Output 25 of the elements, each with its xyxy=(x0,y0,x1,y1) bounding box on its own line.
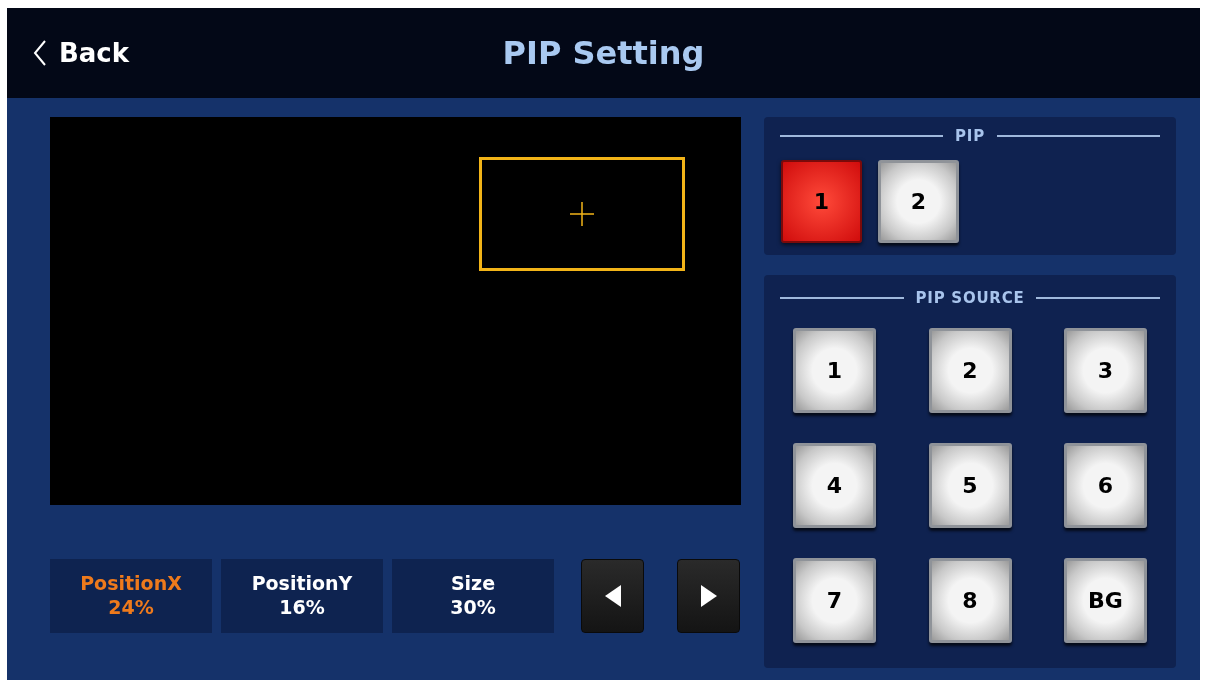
key-button[interactable]: 1 xyxy=(793,327,876,413)
key-button[interactable]: BG xyxy=(1064,557,1147,643)
key-button[interactable]: 3 xyxy=(1064,327,1147,413)
key-button[interactable]: 1 xyxy=(781,159,862,243)
parameter-button[interactable]: Size 30% xyxy=(392,559,554,633)
previous-button[interactable] xyxy=(581,559,644,633)
key-button[interactable]: 7 xyxy=(793,557,876,643)
triangle-left-icon xyxy=(604,585,621,607)
pip-frame[interactable] xyxy=(479,157,685,271)
key-button[interactable]: 5 xyxy=(928,442,1012,528)
key-button[interactable]: 4 xyxy=(793,442,876,528)
section-title: PIP xyxy=(955,126,985,147)
section-title: PIP SOURCE xyxy=(915,288,1025,309)
next-button[interactable] xyxy=(677,559,740,633)
key-button[interactable]: 2 xyxy=(878,159,959,243)
back-button[interactable]: Back xyxy=(33,33,130,73)
window-title: PIP Setting xyxy=(502,33,705,74)
triangle-right-icon xyxy=(700,585,717,607)
chevron-left-icon xyxy=(33,39,47,67)
key-button[interactable]: 6 xyxy=(1064,442,1147,528)
parameter-button[interactable]: PositionX 24% xyxy=(50,559,212,633)
key-button[interactable]: 2 xyxy=(928,327,1012,413)
crosshair-icon xyxy=(570,202,594,226)
parameter-button[interactable]: PositionY 16% xyxy=(221,559,383,633)
key-button[interactable]: 8 xyxy=(928,557,1012,643)
